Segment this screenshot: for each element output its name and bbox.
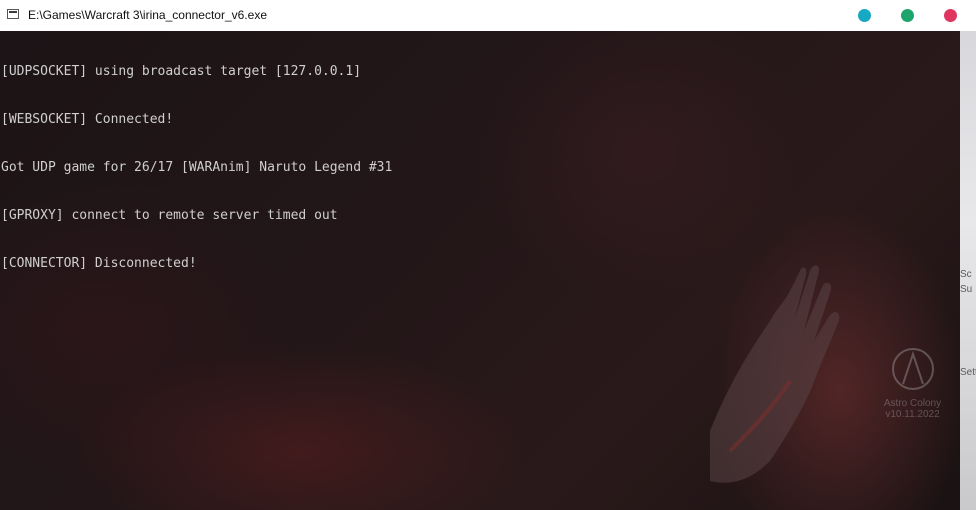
console-app-icon <box>7 9 19 19</box>
edge-label: Sc <box>960 269 972 280</box>
console-line: [UDPSOCKET] using broadcast target [127.… <box>1 64 362 79</box>
console-window: E:\Games\Warcraft 3\irina_connector_v6.e… <box>0 0 976 510</box>
background-watermark: Astro Colony v10.11.2022 <box>870 346 955 420</box>
title-bar[interactable]: E:\Games\Warcraft 3\irina_connector_v6.e… <box>0 0 976 31</box>
console-output[interactable]: [UDPSOCKET] using broadcast target [127.… <box>0 31 960 510</box>
desktop-edge: Sc Su Sett <box>960 31 976 510</box>
console-line: [CONNECTOR] Disconnected! <box>1 256 197 271</box>
window-title: E:\Games\Warcraft 3\irina_connector_v6.e… <box>28 8 267 22</box>
console-line: [WEBSOCKET] Connected! <box>1 112 174 127</box>
watermark-name: Astro Colony <box>883 398 942 409</box>
console-line: Got UDP game for 26/17 [WARAnim] Naruto … <box>1 160 393 175</box>
minimize-button[interactable] <box>858 9 871 22</box>
console-text: [UDPSOCKET] using broadcast target [127.… <box>1 32 392 304</box>
background-art <box>710 265 840 483</box>
close-button[interactable] <box>944 9 957 22</box>
watermark-version: v10.11.2022 <box>885 409 940 420</box>
watermark-logo-icon <box>891 348 934 390</box>
edge-label: Sett <box>960 367 976 378</box>
maximize-button[interactable] <box>901 9 914 22</box>
console-line: [GPROXY] connect to remote server timed … <box>1 208 338 223</box>
edge-label: Su <box>960 284 973 295</box>
